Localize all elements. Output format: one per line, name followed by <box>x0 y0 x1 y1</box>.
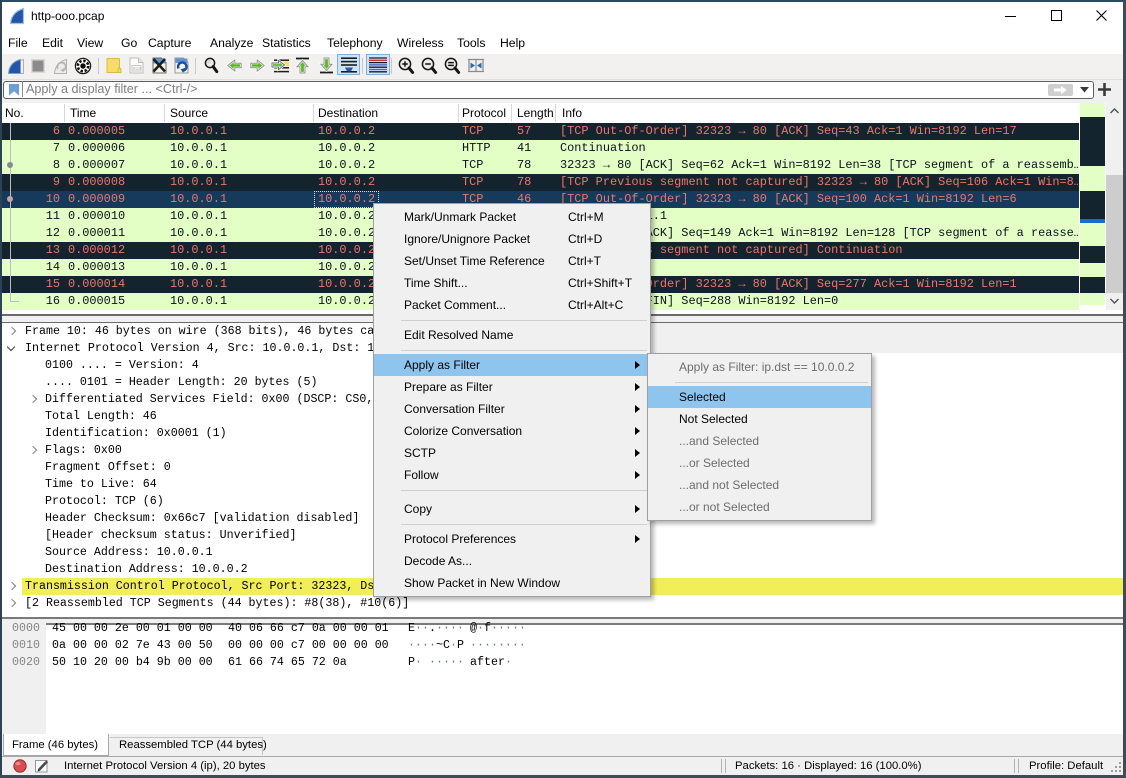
svg-text:010: 010 <box>133 66 142 72</box>
